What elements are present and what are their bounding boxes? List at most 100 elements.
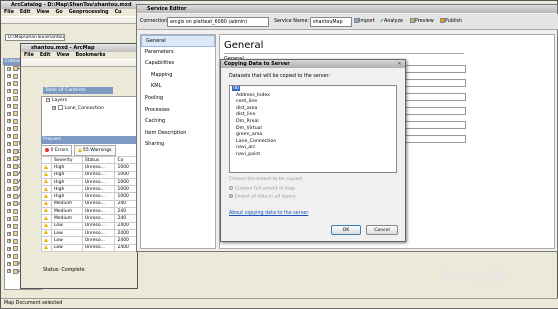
expand-icon[interactable]: + [7, 194, 11, 198]
about-copying-link[interactable]: About copying data to the server [229, 211, 308, 216]
collapse-icon[interactable]: − [46, 97, 50, 102]
expand-icon[interactable]: + [7, 239, 11, 243]
list-item[interactable]: navi_point [230, 152, 396, 159]
analyze-button[interactable]: ✔Analyze [380, 14, 403, 30]
radio-icon[interactable] [229, 186, 233, 190]
close-icon[interactable]: ✕ [396, 61, 403, 67]
general-field-3[interactable] [400, 93, 466, 101]
expand-icon[interactable]: + [7, 224, 11, 228]
table-row[interactable]: Medium Unreso... 240 [41, 207, 137, 216]
general-field-1[interactable] [400, 65, 466, 73]
nav-item[interactable]: Mapping [141, 70, 215, 82]
table-row[interactable]: High Unreso... 1000 [41, 192, 137, 201]
nav-item[interactable]: Sharing [141, 139, 215, 151]
ok-button[interactable]: OK [331, 225, 361, 235]
expand-icon[interactable]: + [7, 74, 11, 78]
list-item-selected[interactable]: db [230, 86, 396, 93]
nav-item[interactable]: Capabilities [141, 58, 215, 70]
menu-item[interactable]: View [36, 10, 49, 15]
expand-icon[interactable]: + [7, 216, 11, 221]
menu-item[interactable]: File [24, 53, 34, 58]
menu-item[interactable]: Go [55, 10, 62, 15]
nav-item[interactable]: KML [141, 81, 215, 93]
menu-item[interactable]: Cu [115, 10, 122, 15]
expand-icon[interactable]: + [7, 164, 11, 168]
nav-item[interactable]: Item Description [141, 128, 215, 140]
menu-item[interactable]: Geoprocessing [69, 10, 109, 15]
general-field-6[interactable] [400, 135, 466, 143]
extent-option-custom[interactable]: Custom full extent of map [229, 186, 295, 192]
table-row[interactable]: High Unreso... 1000 [41, 170, 137, 179]
connection-field[interactable]: arcgis on platteat_6080 (admin) [167, 17, 269, 27]
expand-icon[interactable]: + [7, 171, 11, 176]
checkbox-icon[interactable] [58, 105, 63, 110]
expand-icon[interactable]: + [7, 111, 11, 116]
toc-layers[interactable]: − Layers [42, 97, 136, 105]
nav-item[interactable]: General [141, 35, 215, 47]
menu-item[interactable]: File [4, 10, 14, 15]
expand-icon[interactable]: + [7, 119, 11, 123]
general-field-4[interactable] [400, 107, 466, 115]
expand-icon[interactable]: + [7, 261, 11, 266]
expand-icon[interactable]: + [7, 141, 11, 146]
table-row[interactable]: Low Unreso... 2400 [41, 228, 137, 238]
nav-item[interactable]: Pooling [141, 93, 215, 105]
list-item[interactable]: Dm_Rreal [230, 119, 396, 126]
expand-icon[interactable]: + [7, 89, 11, 93]
menu-item[interactable]: Bookmarks [75, 53, 105, 58]
expand-icon[interactable]: + [7, 96, 11, 101]
column-header[interactable]: Severity [51, 155, 83, 165]
expand-icon[interactable]: + [7, 186, 11, 191]
expand-icon[interactable]: + [7, 134, 11, 138]
list-item[interactable]: navi_arc [230, 145, 396, 152]
expand-icon[interactable]: + [7, 179, 11, 183]
expand-icon[interactable]: + [7, 104, 11, 108]
list-item[interactable]: cent_line [230, 99, 396, 106]
menu-item[interactable]: Edit [40, 53, 51, 58]
expand-icon[interactable]: + [7, 201, 11, 206]
cancel-button[interactable]: Cancel [366, 225, 398, 235]
publish-button[interactable]: Publish [440, 14, 462, 30]
expand-icon[interactable]: + [7, 254, 11, 258]
warnings-tab[interactable]: 55 Warnings [73, 145, 116, 156]
import-button[interactable]: Import [354, 14, 375, 30]
expand-icon[interactable]: + [7, 81, 11, 86]
expand-icon[interactable]: + [7, 149, 11, 153]
expand-icon[interactable]: + [7, 231, 11, 236]
table-row[interactable]: Medium Unreso... 240 [41, 214, 137, 223]
table-row[interactable]: High Unreso... 1000 [41, 177, 137, 187]
column-header[interactable] [41, 155, 52, 165]
menu-item[interactable]: Edit [20, 10, 31, 15]
expand-icon[interactable]: + [7, 209, 11, 213]
table-row[interactable]: Low Unreso... 2400 [41, 243, 137, 252]
table-row[interactable]: Medium Unreso... 240 [41, 199, 137, 209]
column-header[interactable]: Status [81, 155, 116, 165]
table-row[interactable]: Low Unreso... 2400 [41, 236, 137, 245]
table-row[interactable]: Low Unreso... 2400 [41, 221, 137, 230]
extent-option-data[interactable]: Extent of data in all layers [229, 194, 296, 200]
table-row[interactable]: High Unreso... 1000 [41, 163, 137, 172]
expand-icon[interactable]: + [7, 126, 11, 131]
nav-item[interactable]: Parameters [141, 47, 215, 59]
dataset-list[interactable]: db Address_Index cent_line dist_area dist_l… [229, 85, 397, 173]
nav-item[interactable]: Caching [141, 116, 215, 128]
general-field-5[interactable] [400, 121, 466, 129]
nav-item[interactable]: Processes [141, 105, 215, 117]
table-row[interactable]: High Unreso... 1000 [41, 185, 137, 194]
general-field-2[interactable] [400, 79, 466, 87]
menu-item[interactable]: View [56, 53, 69, 58]
expand-icon[interactable]: + [7, 246, 11, 251]
location-field[interactable]: D:\Map\ShanTou\shantou.mxd [5, 34, 65, 41]
expand-icon[interactable]: + [7, 66, 11, 71]
column-header[interactable]: Co [114, 155, 137, 165]
service-name-field[interactable]: shantouMap [310, 17, 352, 27]
radio-selected-icon[interactable] [229, 194, 233, 198]
expand-icon[interactable]: + [7, 269, 11, 273]
list-item[interactable]: dist_line [230, 112, 396, 119]
toc-layer-item[interactable]: + Lane_Connection [42, 105, 136, 113]
list-item[interactable]: green_area [230, 132, 396, 139]
preview-button[interactable]: Preview [410, 14, 434, 30]
expand-icon[interactable]: + [52, 105, 56, 110]
errors-tab[interactable]: 0 Errors [41, 145, 73, 156]
expand-icon[interactable]: + [7, 156, 11, 161]
